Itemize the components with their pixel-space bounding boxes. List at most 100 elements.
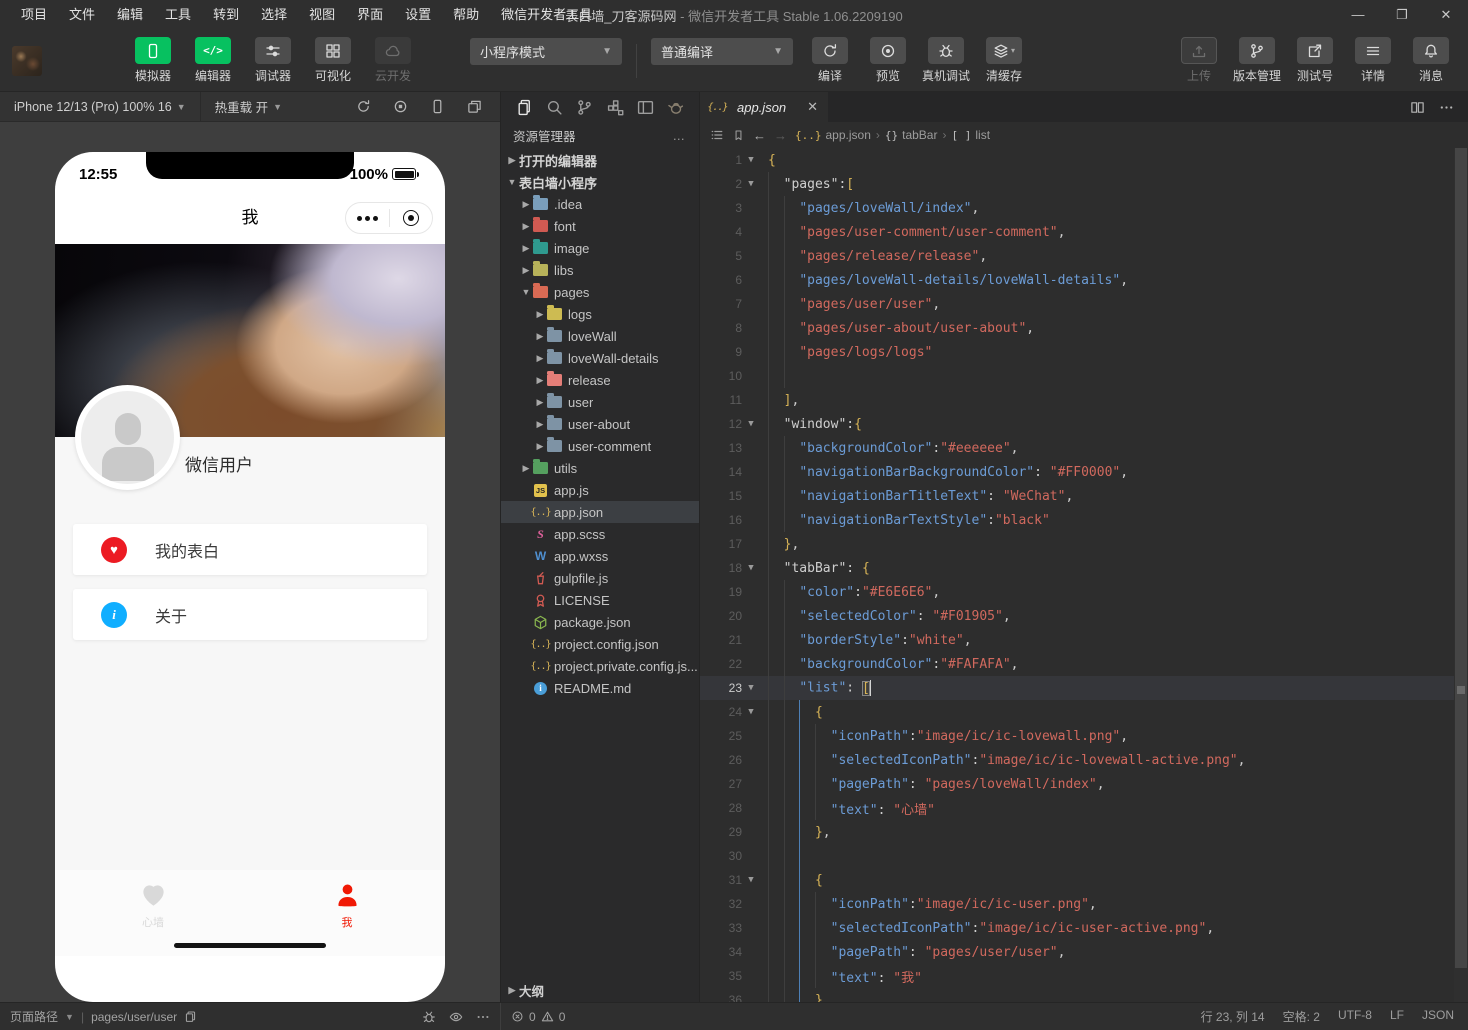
code-line-5[interactable]: 5 "pages/release/release", [700,244,1468,268]
code-line-36[interactable]: 36 } [700,988,1468,1002]
tree-item-pages[interactable]: ▼pages [501,281,699,303]
bookmark-icon[interactable] [732,129,745,142]
code-line-3[interactable]: 3 "pages/loveWall/index", [700,196,1468,220]
code-line-8[interactable]: 8 "pages/user-about/user-about", [700,316,1468,340]
close-button[interactable]: ✕ [1424,0,1468,30]
tree-item-README.md[interactable]: iREADME.md [501,677,699,699]
toolbar-button-版本管理[interactable]: 版本管理 [1232,37,1282,84]
toolbar-button-云开发[interactable]: 云开发 [368,37,418,84]
tree-item-.idea[interactable]: ▶.idea [501,193,699,215]
menu-界面[interactable]: 界面 [346,0,394,30]
tree-item-app.wxss[interactable]: Wapp.wxss [501,545,699,567]
toolbar-button-编译[interactable]: 编译 [805,37,855,84]
extensions-icon[interactable] [607,99,624,116]
back-icon[interactable]: ← [753,128,766,143]
menu-card-关于[interactable]: i关于 [73,589,427,640]
tree-item-gulpfile.js[interactable]: gulpfile.js [501,567,699,589]
close-tab-icon[interactable]: ✕ [807,99,818,115]
tree-item-package.json[interactable]: package.json [501,611,699,633]
menu-编辑[interactable]: 编辑 [106,0,154,30]
code-line-20[interactable]: 20 "selectedColor": "#F01905", [700,604,1468,628]
code-line-4[interactable]: 4 "pages/user-comment/user-comment", [700,220,1468,244]
tree-item-font[interactable]: ▶font [501,215,699,237]
tree-item-LICENSE[interactable]: LICENSE [501,589,699,611]
eol-setting[interactable]: LF [1390,1008,1404,1025]
problems-indicator[interactable]: 0 0 [511,1010,565,1024]
toolbar-button-消息[interactable]: 消息 [1406,37,1456,84]
tree-item-release[interactable]: ▶release [501,369,699,391]
tree-item-libs[interactable]: ▶libs [501,259,699,281]
scrollbar[interactable] [1454,148,1468,1002]
page-path-label[interactable]: 页面路径 [10,1008,58,1025]
tree-item-utils[interactable]: ▶utils [501,457,699,479]
close-miniprogram-icon[interactable] [390,203,433,233]
phone-tab-心墙[interactable]: 心墙 [113,882,193,930]
breadcrumb-item-app.json[interactable]: {..}app.json [795,128,871,142]
menu-转到[interactable]: 转到 [202,0,250,30]
minimize-button[interactable]: — [1336,0,1380,30]
tree-item-app.scss[interactable]: Sapp.scss [501,523,699,545]
screenshot-icon[interactable] [393,99,408,114]
code-line-13[interactable]: 13 "backgroundColor":"#eeeeee", [700,436,1468,460]
code-line-2[interactable]: 2▼ "pages":[ [700,172,1468,196]
tree-item-project.config.json[interactable]: {..}project.config.json [501,633,699,655]
menu-card-我的表白[interactable]: ♥我的表白 [73,524,427,575]
toolbar-button-预览[interactable]: 预览 [863,37,913,84]
menu-文件[interactable]: 文件 [58,0,106,30]
tree-item-image[interactable]: ▶image [501,237,699,259]
menu-项目[interactable]: 项目 [10,0,58,30]
more-menu-icon[interactable] [346,203,389,233]
code-line-11[interactable]: 11 ], [700,388,1468,412]
code-line-16[interactable]: 16 "navigationBarTextStyle":"black" [700,508,1468,532]
more-actions-icon[interactable]: … [673,129,688,143]
tree-item-打开的编辑器[interactable]: ▶打开的编辑器 [501,149,699,171]
menu-微信开发者工具[interactable]: 微信开发者工具 [490,0,603,30]
phone-tab-我[interactable]: 我 [307,882,387,930]
toolbar-button-编辑器[interactable]: </>编辑器 [188,37,238,84]
mode-select-dropdown[interactable]: 小程序模式▼ [470,38,622,65]
listicon-icon[interactable] [710,128,724,142]
toolbar-button-真机调试[interactable]: 真机调试 [921,37,971,84]
toolbar-button-详情[interactable]: 详情 [1348,37,1398,84]
toolbar-button-清缓存[interactable]: ▾清缓存 [979,37,1029,84]
outline-section[interactable]: ▶ 大纲 [501,978,699,1002]
wechat-capsule[interactable] [345,202,433,234]
tree-item-app.json[interactable]: {..}app.json [501,501,699,523]
git-branch-icon[interactable] [576,99,593,116]
fold-chevron-icon[interactable]: ▼ [742,563,760,573]
toolbar-button-测试号[interactable]: 测试号 [1290,37,1340,84]
menu-帮助[interactable]: 帮助 [442,0,490,30]
code-line-17[interactable]: 17 }, [700,532,1468,556]
menu-视图[interactable]: 视图 [298,0,346,30]
toolbar-button-调试器[interactable]: 调试器 [248,37,298,84]
tree-item-loveWall-details[interactable]: ▶loveWall-details [501,347,699,369]
breadcrumb-item-list[interactable]: [ ]list [951,128,990,142]
fold-chevron-icon[interactable]: ▼ [742,683,760,693]
menu-工具[interactable]: 工具 [154,0,202,30]
code-line-10[interactable]: 10 [700,364,1468,388]
language-mode[interactable]: JSON [1422,1008,1454,1025]
code-line-30[interactable]: 30 [700,844,1468,868]
maximize-button[interactable]: ❐ [1380,0,1424,30]
detach-window-icon[interactable] [467,99,482,114]
device-selector[interactable]: iPhone 12/13 (Pro) 100% 16▼ [0,92,200,121]
code-line-24[interactable]: 24▼ { [700,700,1468,724]
toolbar-button-可视化[interactable]: 可视化 [308,37,358,84]
split-icon[interactable] [1410,100,1425,115]
fold-chevron-icon[interactable]: ▼ [742,179,760,189]
code-line-22[interactable]: 22 "backgroundColor":"#FAFAFA", [700,652,1468,676]
user-avatar[interactable] [12,46,42,76]
tab-app-json[interactable]: {..} app.json ✕ [700,92,828,122]
files-icon[interactable] [516,99,533,116]
code-line-12[interactable]: 12▼ "window":{ [700,412,1468,436]
more-icon[interactable] [1439,100,1454,115]
indent-setting[interactable]: 空格: 2 [1283,1008,1320,1025]
tree-item-表白墙小程序[interactable]: ▼表白墙小程序 [501,171,699,193]
code-line-18[interactable]: 18▼ "tabBar": { [700,556,1468,580]
search-icon[interactable] [546,99,563,116]
avatar[interactable] [75,385,180,490]
code-line-15[interactable]: 15 "navigationBarTitleText": "WeChat", [700,484,1468,508]
code-line-7[interactable]: 7 "pages/user/user", [700,292,1468,316]
restart-icon[interactable] [356,99,371,114]
fold-chevron-icon[interactable]: ▼ [742,155,760,165]
